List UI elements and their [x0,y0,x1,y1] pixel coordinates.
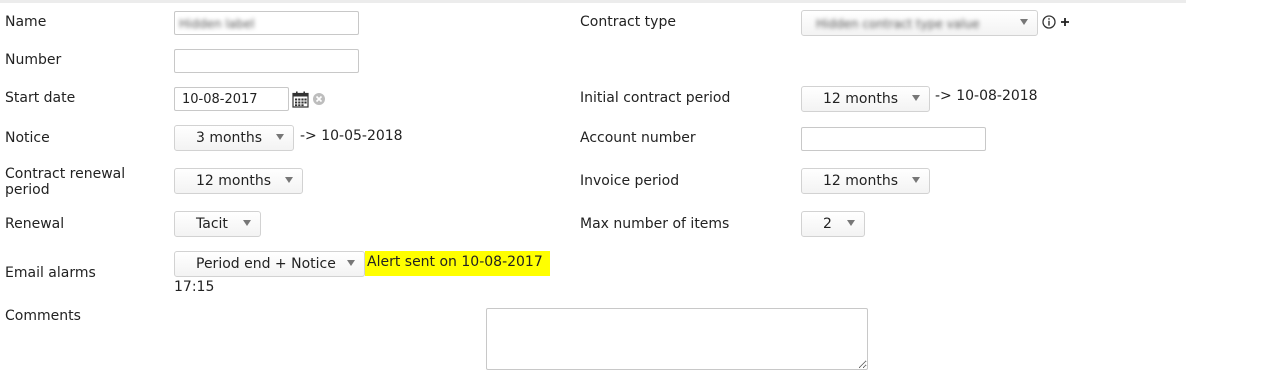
comments-textarea[interactable] [486,308,868,370]
account-number-label: Account number [580,130,696,146]
renewal-period-select-value: 12 months [196,173,271,189]
initial-period-end-date: -> 10-08-2018 [935,88,1038,104]
top-strip [0,0,1186,3]
number-label: Number [5,52,62,68]
contract-type-label: Contract type [580,14,676,30]
chevron-down-icon [347,260,355,266]
start-date-label: Start date [5,90,76,106]
contract-type-value: Hidden contract type value [816,17,980,31]
notice-select[interactable]: 3 months [174,125,294,151]
renewal-label: Renewal [5,216,65,232]
chevron-down-icon [243,220,251,226]
clear-date-icon[interactable] [312,92,326,106]
number-field[interactable] [174,49,359,73]
notice-label: Notice [5,130,50,146]
chevron-down-icon [847,220,855,226]
renewal-select[interactable]: Tacit [174,211,261,237]
name-field[interactable]: Hidden label [174,11,359,35]
chevron-down-icon [912,95,920,101]
max-items-label: Max number of items [580,216,730,232]
add-icon[interactable] [1059,16,1071,28]
name-value: Hidden label [179,17,255,31]
invoice-period-select-value: 12 months [823,173,898,189]
info-icon[interactable] [1042,15,1056,29]
chevron-down-icon [285,177,293,183]
chevron-down-icon [1020,19,1028,25]
chevron-down-icon [912,177,920,183]
initial-period-select-value: 12 months [823,91,898,107]
renewal-period-select[interactable]: 12 months [174,168,303,194]
max-items-select[interactable]: 2 [801,211,865,237]
email-alarms-select-value: Period end + Notice [196,256,336,272]
renewal-select-value: Tacit [196,216,228,232]
account-number-field[interactable] [801,127,986,151]
initial-period-label: Initial contract period [580,90,731,106]
invoice-period-label: Invoice period [580,173,680,189]
chevron-down-icon [276,134,284,140]
initial-period-select[interactable]: 12 months [801,86,930,112]
renewal-period-label: Contract renewal period [5,166,126,198]
contract-type-select[interactable]: Hidden contract type value [801,10,1038,36]
name-label: Name [5,14,47,30]
comments-label: Comments [5,308,81,324]
email-alarms-label: Email alarms [5,265,96,281]
email-alarms-select[interactable]: Period end + Notice [174,251,365,277]
invoice-period-select[interactable]: 12 months [801,168,930,194]
alert-sent-time: 17:15 [174,279,215,295]
notice-select-value: 3 months [196,130,263,146]
max-items-select-value: 2 [823,216,832,232]
alert-sent-badge: Alert sent on 10-08-2017 [365,251,550,276]
calendar-icon[interactable] [292,91,309,108]
notice-end-date: -> 10-05-2018 [300,128,403,144]
start-date-field[interactable] [174,87,289,111]
